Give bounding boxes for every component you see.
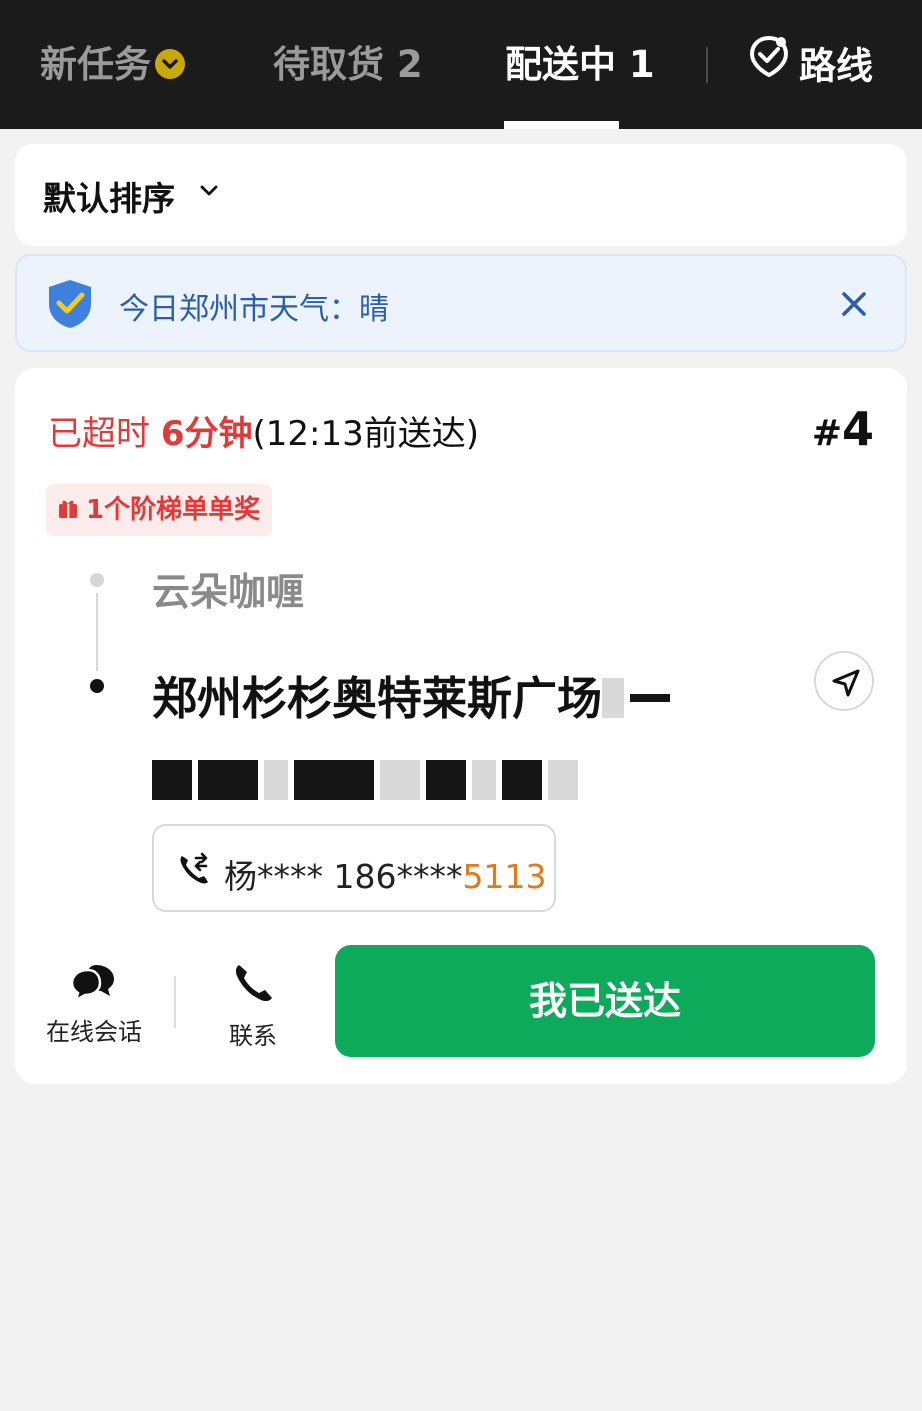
nav-divider [706,47,708,83]
weather-banner: 今日郑州市天气：晴 [15,254,907,352]
redacted-block [630,694,671,702]
reward-badge: 1个阶梯单单奖 [46,484,273,536]
shop-name: 云朵咖喱 [152,570,305,614]
online-chat-button[interactable]: 在线会话 [37,962,151,1047]
redacted-block [294,760,374,800]
overdue-time: 6分钟 [160,414,253,454]
shield-check-icon [49,280,91,328]
active-tab-indicator [504,121,619,129]
phone-text: 杨**** 186****5113 [224,850,546,898]
phone-tail: 5113 [462,857,547,896]
redacted-block [264,760,288,800]
contact-label: 联系 [229,1022,277,1050]
tab-pickup[interactable]: 待取货 2 [273,38,423,92]
deadline-time: (12:13前送达) [252,414,479,454]
phone-icon [235,965,272,1002]
order-number-hash: # [811,413,842,454]
overdue-prefix: 已超时 [48,414,150,454]
confirm-delivered-button[interactable]: 我已送达 [335,945,875,1057]
redacted-block [152,760,192,800]
phone-transfer-icon [180,852,208,884]
sort-card: 默认排序 [15,144,907,246]
order-number-value: 4 [841,402,874,456]
customer-phone[interactable]: 杨**** 186****5113 [152,824,556,912]
chevron-down-badge-icon [155,48,185,79]
redacted-block [548,760,578,800]
route-connector [96,593,98,671]
tab-delivering[interactable]: 配送中 1 [505,38,655,92]
sort-dropdown-label[interactable]: 默认排序 [43,172,175,220]
contact-button[interactable]: 联系 [213,962,293,1051]
route-pin-icon [747,34,791,94]
redacted-block [502,760,542,800]
chevron-down-icon[interactable] [199,184,219,198]
address-text: 郑州杉杉奥特莱斯广场 [152,672,603,725]
online-chat-label: 在线会话 [46,1018,142,1046]
redacted-block [426,760,466,800]
route-button[interactable]: 路线 [747,35,873,94]
tab-pickup-label: 待取货 [273,43,384,86]
redacted-block [380,760,420,800]
gift-icon [59,500,77,518]
tab-pickup-count: 2 [396,43,423,86]
delivery-address: 郑州杉杉奥特莱斯广场 [152,658,772,822]
tab-delivering-count: 1 [628,43,655,86]
redacted-block [198,760,258,800]
navigate-button[interactable] [814,651,874,711]
tab-delivering-label: 配送中 [505,43,616,86]
close-icon[interactable] [839,289,869,319]
phone-name: 杨**** [224,857,323,896]
chat-bubbles-icon [70,965,114,1002]
order-number: #4 [812,402,874,456]
dropoff-dot [90,679,104,693]
phone-masked: 186**** [333,857,463,896]
weather-text: 今日郑州市天气：晴 [119,292,389,327]
action-divider [174,976,176,1028]
pickup-dot [90,573,104,587]
navigation-arrow-icon [832,669,860,697]
route-label: 路线 [799,44,873,88]
delivery-deadline: 已超时 6分钟(12:13前送达) [48,406,479,455]
order-card: 已超时 6分钟(12:13前送达) #4 1个阶梯单单奖 云朵咖喱 郑州杉杉奥特… [15,368,907,1084]
redacted-block [602,678,625,718]
tab-new-task-label: 新任务 [40,43,151,86]
tab-new-task[interactable]: 新任务 [40,38,185,92]
top-nav-bar: 新任务 待取货 2 配送中 1 路线 [0,0,922,129]
reward-text: 1个阶梯单单奖 [86,495,261,525]
redacted-block [472,760,496,800]
